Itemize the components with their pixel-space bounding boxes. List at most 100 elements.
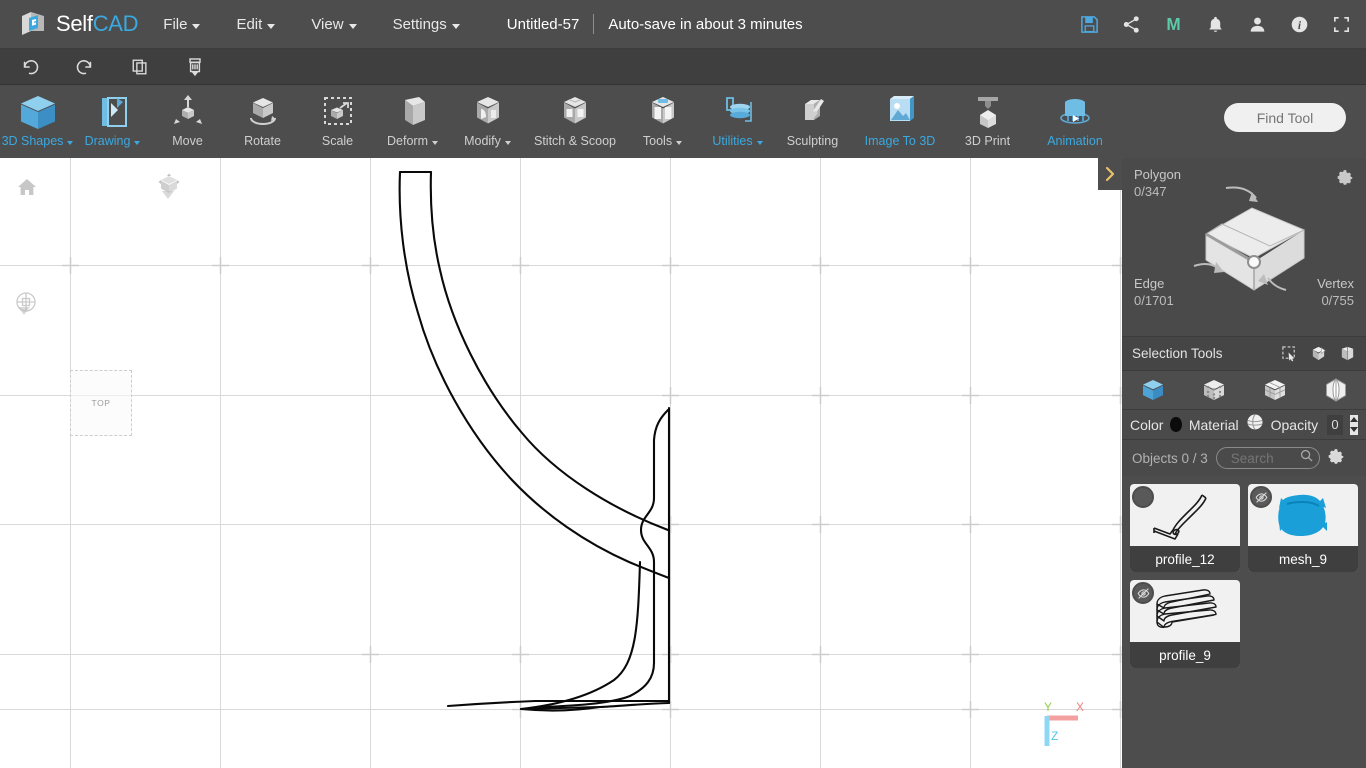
- tool-scale[interactable]: Scale: [300, 85, 375, 158]
- vertex-count-value: 0/755: [1321, 293, 1354, 308]
- object-name-label: profile_12: [1130, 546, 1240, 572]
- tool-label: Image To 3D: [865, 134, 936, 148]
- menu-edit[interactable]: Edit: [225, 10, 286, 39]
- loop-select-icon[interactable]: [1339, 345, 1356, 362]
- logo-cad-text: CAD: [92, 11, 139, 36]
- view-cube-dropdown-arrow-icon[interactable]: [162, 191, 174, 217]
- menu-view[interactable]: View: [300, 10, 367, 39]
- tool-tools-label: Tools: [642, 134, 673, 148]
- tool-move-label: Move: [172, 134, 203, 148]
- delete-button[interactable]: [178, 54, 212, 80]
- tool-drawing[interactable]: Drawing: [75, 85, 150, 158]
- edge-label-text: Edge: [1134, 276, 1165, 291]
- object-card-profile-12[interactable]: profile_12: [1130, 484, 1240, 572]
- material-sphere-icon[interactable]: [1246, 413, 1264, 436]
- save-icon[interactable]: [1078, 14, 1100, 36]
- profile-sketch-curve: [398, 170, 671, 712]
- menu-settings[interactable]: Settings: [382, 10, 471, 39]
- chevron-down-icon: [134, 141, 141, 145]
- edge-mode-button[interactable]: [1305, 371, 1366, 409]
- scale-marquee-icon: [316, 92, 360, 132]
- objects-settings-gear-icon[interactable]: [1328, 447, 1345, 469]
- svg-text:M: M: [1166, 14, 1180, 34]
- rectangle-select-icon[interactable]: [1281, 345, 1298, 362]
- selection-settings-gear-icon[interactable]: [1337, 168, 1354, 190]
- object-card-profile-9[interactable]: profile_9: [1130, 580, 1240, 668]
- tool-rotate[interactable]: Rotate: [225, 85, 300, 158]
- tool-3d-print-label: 3D Print: [964, 134, 1011, 148]
- autosave-status: Auto-save in about 3 minutes: [608, 15, 803, 33]
- menu-file[interactable]: File: [152, 10, 211, 39]
- tool-sculpting-label: Sculpting: [786, 134, 839, 148]
- chevron-down-icon: [676, 141, 683, 145]
- objects-search-input[interactable]: [1215, 447, 1320, 469]
- menu-settings-label: Settings: [392, 15, 447, 33]
- tool-label: Utilities: [712, 134, 763, 148]
- axis-x-label: X: [1076, 700, 1084, 714]
- tool-3d-print[interactable]: 3D Print: [950, 85, 1025, 158]
- redo-button[interactable]: [68, 54, 102, 80]
- edge-count-value: 0/1701: [1134, 293, 1174, 308]
- material-label: Material: [1188, 416, 1239, 433]
- fullscreen-icon[interactable]: [1330, 14, 1352, 36]
- home-icon[interactable]: [16, 176, 38, 203]
- document-title[interactable]: Untitled-57: [507, 16, 580, 33]
- tool-label: Stitch & Scoop: [534, 134, 616, 148]
- tool-drawing-label: Drawing: [84, 134, 131, 148]
- user-account-icon[interactable]: [1246, 14, 1268, 36]
- viewport-grid: [0, 158, 1122, 768]
- tool-deform[interactable]: Deform: [375, 85, 450, 158]
- sculpting-chisel-icon: [791, 92, 835, 132]
- tool-sculpting[interactable]: Sculpting: [775, 85, 850, 158]
- selfcad-application: SelfCAD File Edit View Settings Untitled…: [0, 0, 1366, 768]
- tool-3d-shapes[interactable]: 3D Shapes: [0, 85, 75, 158]
- 3d-print-icon: [966, 92, 1010, 132]
- opacity-stepper[interactable]: [1350, 414, 1358, 435]
- tool-utilities[interactable]: Utilities: [700, 85, 775, 158]
- tool-move[interactable]: Move: [150, 85, 225, 158]
- 3d-viewport[interactable]: TOP Y X Z: [0, 158, 1122, 768]
- face-mode-button[interactable]: [1244, 371, 1305, 409]
- tool-modify[interactable]: Modify: [450, 85, 525, 158]
- objects-search-wrapper: [1215, 447, 1320, 469]
- object-mode-button[interactable]: [1122, 371, 1183, 409]
- vertex-mode-button[interactable]: [1183, 371, 1244, 409]
- object-selection-toggle[interactable]: [1132, 486, 1154, 508]
- stepper-up-icon[interactable]: [1350, 417, 1358, 422]
- color-swatch[interactable]: [1170, 417, 1182, 432]
- grid-snap-dropdown-arrow-icon[interactable]: [18, 307, 30, 333]
- tool-label: Rotate: [244, 134, 281, 148]
- tool-animation-label: Animation: [1047, 134, 1103, 148]
- menu-file-label: File: [163, 15, 188, 33]
- tool-label: Drawing: [85, 134, 141, 148]
- find-tool-input[interactable]: [1224, 103, 1346, 132]
- share-icon[interactable]: [1120, 14, 1142, 36]
- app-logo-text: SelfCAD: [56, 11, 139, 37]
- object-card-mesh-9[interactable]: mesh_9: [1248, 484, 1358, 572]
- polygon-count-label: Polygon 0/347: [1134, 166, 1181, 200]
- stepper-down-icon[interactable]: [1350, 427, 1358, 432]
- view-orientation-label: TOP: [70, 370, 132, 436]
- object-visibility-toggle[interactable]: [1132, 582, 1154, 604]
- tool-deform-label: Deform: [387, 134, 428, 148]
- opacity-value-field[interactable]: 0: [1327, 414, 1343, 435]
- tool-tools[interactable]: Tools: [625, 85, 700, 158]
- move-arrows-icon: [166, 92, 210, 132]
- object-visibility-toggle[interactable]: [1250, 486, 1272, 508]
- info-icon[interactable]: i: [1288, 14, 1310, 36]
- objects-list[interactable]: profile_12 mesh_9 profile_9: [1122, 476, 1366, 768]
- tool-stitch-scoop-label: Stitch & Scoop: [534, 134, 616, 148]
- app-logo[interactable]: SelfCAD: [18, 9, 139, 39]
- rotate-cube-icon: [241, 92, 285, 132]
- panel-collapse-button[interactable]: [1098, 158, 1122, 190]
- tool-image-to-3d[interactable]: Image To 3D: [850, 85, 950, 158]
- material-properties-row: Color Material Opacity 0: [1122, 410, 1366, 440]
- tool-animation[interactable]: Animation: [1025, 85, 1125, 158]
- tool-stitch-scoop[interactable]: Stitch & Scoop: [525, 85, 625, 158]
- my-models-icon[interactable]: M: [1162, 14, 1184, 36]
- copy-button[interactable]: [123, 54, 157, 80]
- notifications-bell-icon[interactable]: [1204, 14, 1226, 36]
- undo-button[interactable]: [13, 54, 47, 80]
- box-select-icon[interactable]: [1310, 345, 1327, 362]
- axis-z-label: Z: [1051, 729, 1058, 743]
